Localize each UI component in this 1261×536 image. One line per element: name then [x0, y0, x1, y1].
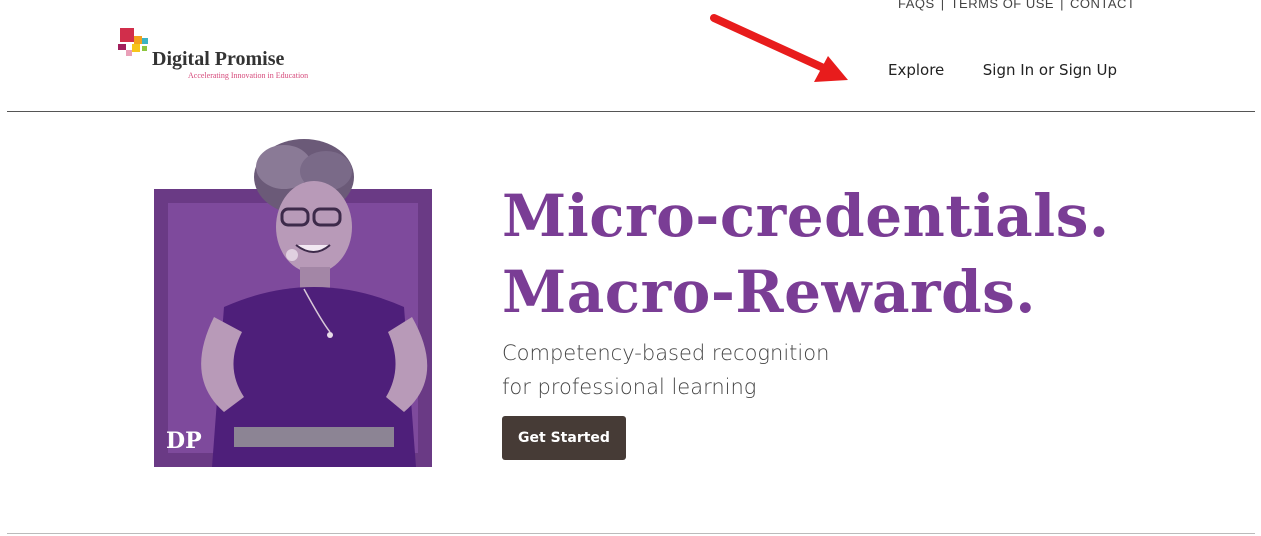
logo-tagline: Accelerating Innovation in Education — [188, 71, 309, 80]
faqs-link[interactable]: FAQS — [898, 0, 935, 11]
sign-in-link[interactable]: Sign In or Sign Up — [983, 61, 1117, 79]
header-divider — [7, 111, 1255, 112]
logo[interactable]: Digital Promise Accelerating Innovation … — [118, 28, 348, 83]
get-started-button[interactable]: Get Started — [502, 416, 626, 460]
subhead-line-1: Competency-based recognition — [502, 341, 830, 365]
explore-link[interactable]: Explore — [888, 61, 944, 79]
hero-headline: Micro-credentials. Macro-Rewards. — [502, 178, 1110, 330]
main-nav: Explore Sign In or Sign Up — [888, 61, 1151, 80]
subhead-line-2: for professional learning — [502, 375, 757, 399]
contact-link[interactable]: CONTACT — [1070, 0, 1135, 11]
separator: | — [940, 0, 945, 11]
headline-line-2: Macro-Rewards. — [502, 258, 1036, 326]
utility-nav: FAQS | TERMS OF USE | CONTACT — [898, 0, 1135, 14]
hero-portrait-image: DP — [154, 139, 432, 467]
red-arrow-icon — [710, 14, 848, 82]
headline-line-1: Micro-credentials. — [502, 182, 1110, 250]
portrait-badge: DP — [166, 428, 202, 454]
hero-subhead: Competency-based recognition for profess… — [502, 336, 829, 404]
terms-link[interactable]: TERMS OF USE — [951, 0, 1055, 11]
section-divider — [7, 533, 1255, 534]
separator: | — [1060, 0, 1064, 11]
site-header: Digital Promise Accelerating Innovation … — [0, 0, 1261, 113]
logo-name: Digital Promise — [152, 48, 285, 70]
